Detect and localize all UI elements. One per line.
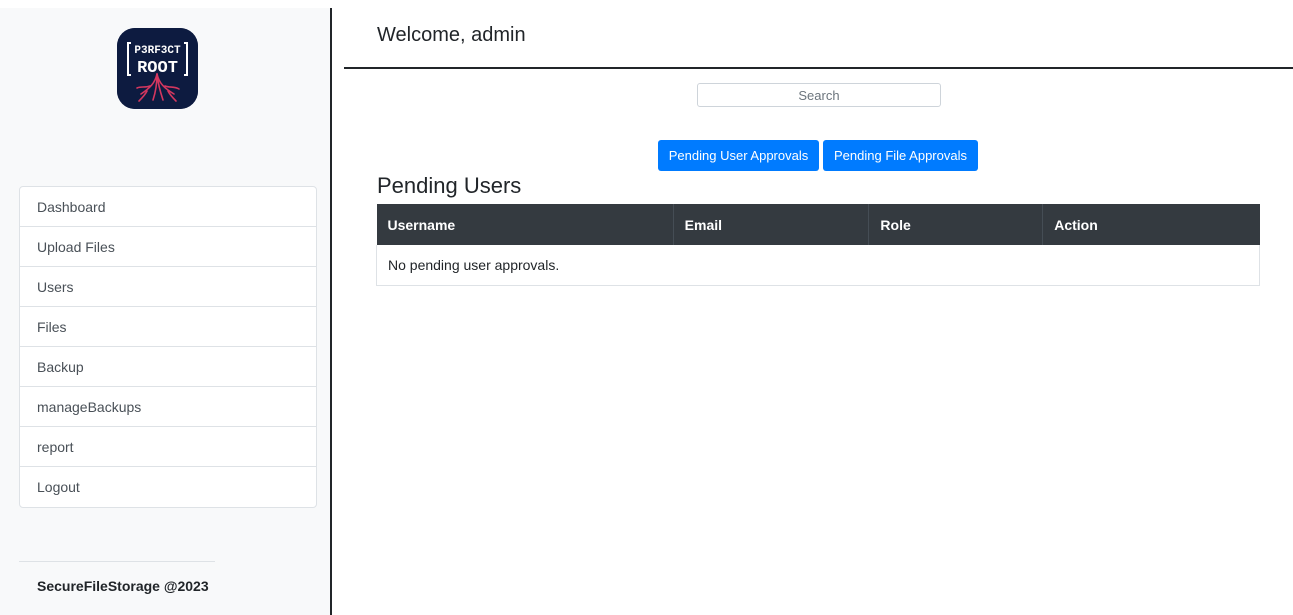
empty-state-message: No pending user approvals. — [376, 245, 1260, 286]
pending-user-approvals-button[interactable]: Pending User Approvals — [658, 140, 819, 171]
sidebar-item-upload-files[interactable]: Upload Files — [20, 227, 316, 267]
sidebar: P3RF3CT ROOT Dashboard Upload Files User… — [0, 8, 330, 615]
sidebar-nav: Dashboard Upload Files Users Files Backu… — [19, 186, 317, 508]
page-title: Welcome, admin — [377, 24, 526, 46]
sidebar-item-files[interactable]: Files — [20, 307, 316, 347]
footer-divider — [19, 561, 215, 562]
column-header-role: Role — [868, 204, 1044, 245]
pending-users-table: Username Email Role Action No pending us… — [376, 204, 1260, 286]
column-header-email: Email — [673, 204, 870, 245]
column-header-username: Username — [376, 204, 674, 245]
app-window: P3RF3CT ROOT Dashboard Upload Files User… — [0, 0, 1293, 615]
sidebar-item-manage-backups[interactable]: manageBackups — [20, 387, 316, 427]
pending-file-approvals-button[interactable]: Pending File Approvals — [823, 140, 978, 171]
column-header-action: Action — [1042, 204, 1260, 245]
logo-line1: P3RF3CT — [134, 45, 181, 57]
table-header-row: Username Email Role Action — [376, 204, 1260, 245]
sidebar-item-users[interactable]: Users — [20, 267, 316, 307]
search-input[interactable] — [697, 83, 941, 107]
header-divider — [344, 67, 1293, 69]
sidebar-item-backup[interactable]: Backup — [20, 347, 316, 387]
sidebar-item-report[interactable]: report — [20, 427, 316, 467]
p3rf3ct-root-logo-icon: P3RF3CT ROOT — [117, 28, 198, 109]
section-title: Pending Users — [377, 173, 522, 198]
sidebar-item-dashboard[interactable]: Dashboard — [20, 187, 316, 227]
sidebar-divider — [330, 8, 332, 615]
table-row: No pending user approvals. — [376, 245, 1260, 286]
sidebar-item-logout[interactable]: Logout — [20, 467, 316, 507]
footer-copyright: SecureFileStorage @2023 — [37, 578, 209, 594]
